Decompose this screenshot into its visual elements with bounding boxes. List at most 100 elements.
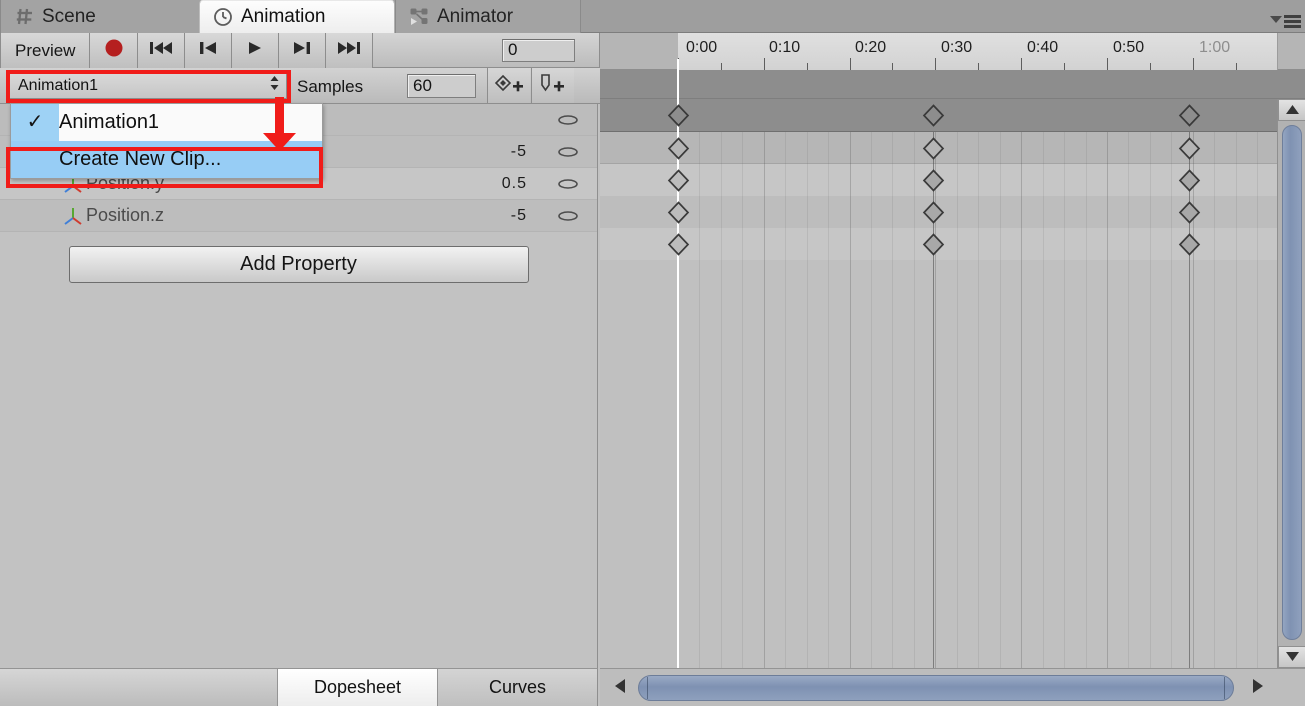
hamburger-menu-icon[interactable]	[1266, 13, 1302, 31]
table-row[interactable]: Position.z -5	[0, 200, 597, 232]
scroll-right-button[interactable]	[1244, 675, 1272, 701]
diamond-keyframe-icon[interactable]	[667, 104, 690, 127]
add-property-label: Add Property	[240, 253, 357, 275]
preview-label: Preview	[15, 40, 76, 60]
add-event-button[interactable]	[531, 68, 574, 103]
record-button[interactable]	[90, 33, 139, 68]
ruler-tick-label: 0:10	[769, 39, 801, 56]
vertical-scrollbar[interactable]	[1277, 99, 1305, 668]
play-button[interactable]	[232, 33, 280, 68]
current-frame-area: 0	[373, 33, 600, 67]
grid-icon	[13, 6, 35, 28]
add-keyframe-button[interactable]	[487, 68, 530, 103]
eye-icon[interactable]	[539, 210, 597, 222]
diamond-keyframe-icon[interactable]	[1178, 137, 1201, 160]
ruler-tick-label: 0:20	[855, 39, 887, 56]
clip-dropdown-label: Animation1	[18, 76, 99, 94]
clock-icon	[212, 6, 234, 28]
updown-arrows-icon	[269, 75, 280, 96]
add-keyframe-icon	[494, 73, 524, 98]
property-value[interactable]: -5	[419, 207, 539, 225]
scroll-down-button[interactable]	[1278, 646, 1305, 668]
property-value[interactable]: -5	[419, 143, 539, 161]
add-property-button[interactable]: Add Property	[68, 246, 529, 283]
step-back-icon	[198, 40, 218, 61]
dopesheet-empty-area[interactable]	[600, 260, 1305, 668]
triangle-up-icon	[1285, 101, 1299, 119]
diamond-keyframe-icon[interactable]	[1178, 201, 1201, 224]
samples-input[interactable]: 60	[407, 74, 476, 98]
scroll-up-button[interactable]	[1278, 99, 1305, 121]
property-name: Position.z	[86, 205, 165, 225]
previous-keyframe-button[interactable]	[185, 33, 233, 68]
preview-button[interactable]: Preview	[0, 33, 91, 68]
playback-toolbar: Preview 0	[0, 33, 600, 68]
tab-dopesheet[interactable]: Dopesheet	[277, 669, 437, 706]
diamond-keyframe-icon[interactable]	[1178, 233, 1201, 256]
tab-scene-label: Scene	[42, 5, 96, 27]
vertical-scrollbar-thumb[interactable]	[1282, 125, 1302, 640]
record-icon	[104, 38, 124, 63]
tab-animator-label: Animator	[437, 5, 514, 27]
ruler-tick-label: 0:00	[686, 39, 718, 56]
diamond-keyframe-icon[interactable]	[667, 169, 690, 192]
property-list-panel: Position.x -5 Position.y 0.5	[0, 104, 598, 668]
tab-scene[interactable]: Scene	[0, 0, 204, 33]
dopesheet-timeline[interactable]: 0:00 0:10 0:20 0:30 0:40 0:50 1:00	[600, 33, 1305, 668]
diamond-keyframe-icon[interactable]	[667, 137, 690, 160]
eye-icon[interactable]	[539, 114, 597, 126]
ruler-tick-label: 0:50	[1113, 39, 1145, 56]
skip-end-icon	[337, 40, 361, 61]
diamond-keyframe-icon[interactable]	[922, 201, 945, 224]
checkmark-icon: ✓	[11, 104, 59, 141]
diamond-keyframe-icon[interactable]	[667, 233, 690, 256]
add-event-icon	[538, 73, 568, 98]
transform-axis-icon	[60, 205, 86, 227]
ruler-tick-label: 0:40	[1027, 39, 1059, 56]
state-graph-icon	[408, 6, 430, 28]
skip-to-end-button[interactable]	[326, 33, 374, 68]
diamond-keyframe-icon[interactable]	[922, 169, 945, 192]
menu-item-label: Create New Clip...	[59, 148, 222, 170]
step-forward-icon	[292, 40, 312, 61]
tab-curves[interactable]: Curves	[437, 669, 597, 706]
clip-dropdown-menu: ✓ Animation1 Create New Clip...	[10, 103, 323, 179]
summary-keyframe-row[interactable]	[600, 99, 1305, 132]
eye-icon[interactable]	[539, 146, 597, 158]
samples-label: Samples	[297, 77, 364, 96]
ruler-tick-label: 0:30	[941, 39, 973, 56]
timeline-ruler[interactable]: 0:00 0:10 0:20 0:30 0:40 0:50 1:00	[600, 33, 1305, 70]
tab-animator[interactable]: Animator	[395, 0, 581, 33]
current-frame-input[interactable]: 0	[502, 38, 575, 62]
property-value[interactable]: 0.5	[419, 175, 539, 193]
clip-dropdown[interactable]: Animation1	[9, 72, 287, 99]
skip-to-start-button[interactable]	[138, 33, 186, 68]
next-keyframe-button[interactable]	[279, 33, 327, 68]
diamond-keyframe-icon[interactable]	[1178, 169, 1201, 192]
diamond-keyframe-icon[interactable]	[667, 201, 690, 224]
event-track-row[interactable]	[600, 70, 1305, 99]
samples-value: 60	[413, 76, 432, 95]
play-icon	[246, 40, 264, 61]
current-frame-value: 0	[508, 40, 518, 59]
triangle-left-icon	[615, 678, 625, 698]
diamond-keyframe-icon[interactable]	[1178, 104, 1201, 127]
diamond-keyframe-icon[interactable]	[922, 233, 945, 256]
tab-animation[interactable]: Animation	[199, 0, 395, 33]
tab-curves-label: Curves	[488, 677, 546, 697]
diamond-keyframe-icon[interactable]	[922, 104, 945, 127]
window-tab-bar: Scene Animation Animator	[0, 0, 1305, 33]
tab-animation-label: Animation	[241, 6, 326, 27]
menu-item-label: Animation1	[59, 111, 160, 133]
menu-item-animation1[interactable]: ✓ Animation1	[11, 104, 322, 141]
dopesheet-body[interactable]	[600, 132, 1305, 668]
diamond-keyframe-icon[interactable]	[922, 137, 945, 160]
tab-dopesheet-label: Dopesheet	[313, 677, 402, 697]
triangle-right-icon	[1253, 678, 1263, 698]
skip-start-icon	[149, 40, 173, 61]
horizontal-scrollbar-thumb[interactable]	[638, 675, 1234, 701]
eye-icon[interactable]	[539, 178, 597, 190]
horizontal-scrollbar[interactable]	[600, 668, 1305, 706]
menu-item-create-new-clip[interactable]: Create New Clip...	[11, 141, 322, 178]
scroll-left-button[interactable]	[606, 675, 634, 701]
